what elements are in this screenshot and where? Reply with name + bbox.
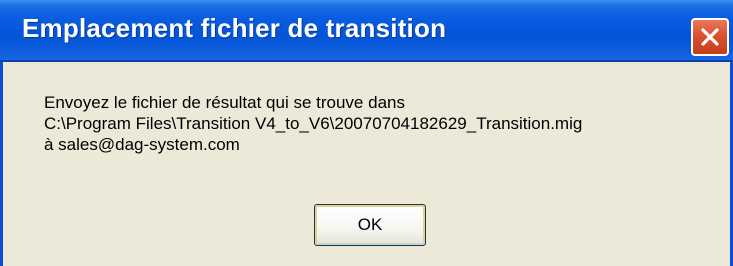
- message-line-1: Envoyez le fichier de résultat qui se tr…: [44, 93, 405, 112]
- window-frame-left: [0, 62, 3, 266]
- title-bar[interactable]: Emplacement fichier de transition: [0, 0, 733, 62]
- close-button[interactable]: [691, 18, 729, 56]
- dialog-window: Emplacement fichier de transition Envoye…: [0, 0, 733, 266]
- message-text: Envoyez le fichier de résultat qui se tr…: [44, 92, 582, 155]
- message-line-2: C:\Program Files\Transition V4_to_V6\200…: [44, 114, 583, 133]
- window-title: Emplacement fichier de transition: [22, 13, 447, 43]
- message-line-3: à sales@dag-system.com: [44, 135, 240, 154]
- ok-button[interactable]: OK: [314, 204, 426, 246]
- close-x-icon: [701, 28, 719, 46]
- ok-button-label: OK: [357, 215, 383, 234]
